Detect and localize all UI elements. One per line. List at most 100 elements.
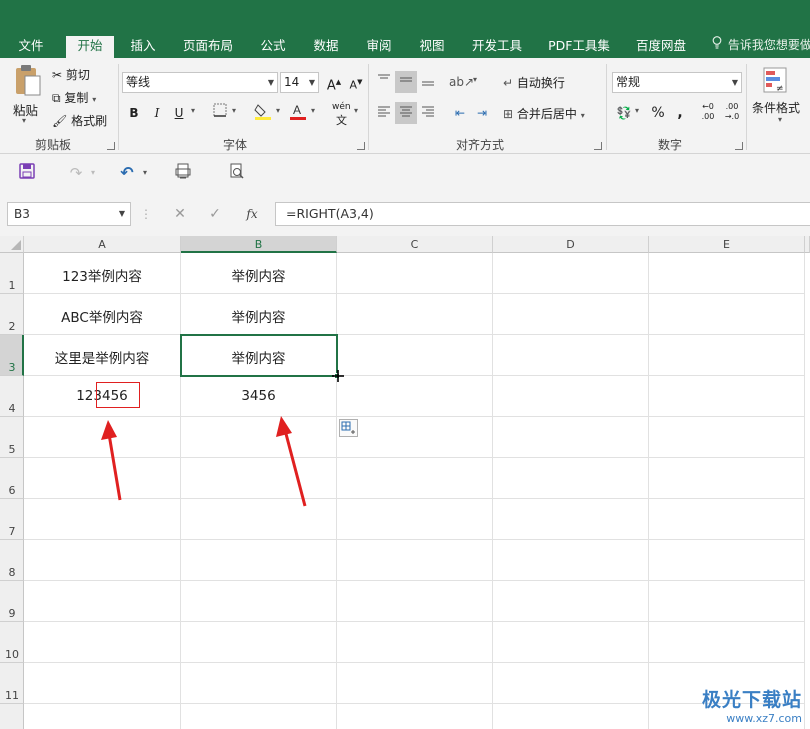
bold-button[interactable]: B — [123, 102, 145, 124]
align-middle-button[interactable] — [395, 71, 417, 93]
title-tab-bar: 文件 开始 插入 页面布局 公式 数据 审阅 视图 开发工具 PDF工具集 百度… — [0, 0, 810, 58]
fill-color-button[interactable] — [252, 102, 274, 124]
conditional-chevron-icon[interactable]: ▾ — [778, 115, 782, 124]
name-box-value: B3 — [14, 207, 30, 221]
wrap-text-label: 自动换行 — [516, 76, 565, 90]
increase-decimal-icon: ←0.00 — [701, 102, 715, 121]
tab-page-layout[interactable]: 页面布局 — [178, 36, 238, 58]
grow-font-button[interactable]: A▲ — [323, 71, 345, 93]
tab-formulas[interactable]: 公式 — [254, 36, 292, 58]
increase-decimal-button[interactable]: ←0.00 — [697, 102, 719, 124]
grow-font-label: A — [326, 78, 336, 94]
border-button[interactable] — [209, 102, 231, 124]
align-left-button[interactable] — [373, 102, 395, 124]
phonetic-chevron-icon[interactable]: ▾ — [354, 106, 358, 115]
align-bottom-button[interactable] — [417, 71, 439, 93]
tab-baidu-netdisk[interactable]: 百度网盘 — [630, 36, 692, 58]
font-size-value: 14 — [284, 75, 300, 89]
underline-chevron-icon[interactable]: ▾ — [191, 106, 195, 115]
paste-icon[interactable] — [12, 64, 42, 96]
phonetic-button[interactable]: wén 文 — [332, 102, 351, 128]
copy-label: 复制 — [64, 91, 89, 105]
print-preview-button[interactable] — [172, 163, 194, 183]
orientation-chevron-icon[interactable]: ▾ — [473, 75, 477, 84]
tab-data[interactable]: 数据 — [307, 36, 345, 58]
underline-button[interactable]: U — [168, 102, 190, 124]
alignment-group-label: 对齐方式 — [455, 138, 504, 152]
enter-check-icon[interactable]: ✓ — [205, 204, 225, 224]
font-color-button[interactable]: A — [287, 102, 309, 124]
tab-home[interactable]: 开始 — [66, 36, 114, 58]
align-right-icon — [422, 106, 434, 117]
font-launcher-icon[interactable] — [357, 142, 365, 150]
watermark-title: 极光下载站 — [701, 689, 802, 711]
insert-function-icon[interactable]: fx — [242, 204, 262, 224]
clipboard-launcher-icon[interactable] — [107, 142, 115, 150]
align-center-button[interactable] — [395, 102, 417, 124]
text-orientation-icon: ab↗ — [449, 75, 475, 89]
redo-chevron-icon[interactable]: ▾ — [88, 163, 98, 183]
decrease-decimal-button[interactable]: .00 →.0 — [721, 102, 743, 124]
tab-view[interactable]: 视图 — [413, 36, 451, 58]
chevron-down-icon: ▼ — [118, 209, 125, 218]
accounting-format-button[interactable]: 💱 — [613, 102, 635, 124]
brush-icon: 🖌 — [52, 114, 68, 128]
tab-insert[interactable]: 插入 — [124, 36, 162, 58]
copy-button[interactable]: ⧉ 复制 ▾ — [52, 89, 96, 106]
cancel-icon[interactable]: ✕ — [170, 204, 190, 224]
font-name-dropdown[interactable]: 等线 ▼ — [122, 72, 278, 93]
formula-input[interactable]: =RIGHT(A3,4) — [275, 202, 810, 226]
merge-icon: ⊞ — [503, 107, 514, 121]
align-top-icon — [378, 74, 390, 79]
redo-icon[interactable]: ↷ — [66, 163, 86, 183]
accounting-chevron-icon[interactable]: ▾ — [635, 106, 639, 115]
number-launcher-icon[interactable] — [735, 142, 743, 150]
format-painter-button[interactable]: 🖌 格式刷 — [52, 112, 107, 129]
undo-icon[interactable]: ↶ — [116, 163, 138, 183]
increase-indent-button[interactable]: ⇥ — [471, 102, 493, 124]
border-chevron-icon[interactable]: ▾ — [232, 106, 236, 115]
font-size-dropdown[interactable]: 14 ▼ — [280, 72, 319, 93]
tab-developer[interactable]: 开发工具 — [466, 36, 528, 58]
wrap-text-button[interactable]: ↵ 自动换行 — [503, 74, 565, 91]
orientation-button[interactable]: ab↗ — [449, 71, 475, 93]
tab-pdf-tools[interactable]: PDF工具集 — [544, 36, 614, 58]
undo-chevron-icon[interactable]: ▾ — [140, 163, 150, 183]
alignment-launcher-icon[interactable] — [594, 142, 602, 150]
font-name-value: 等线 — [126, 75, 151, 89]
tab-review[interactable]: 审阅 — [360, 36, 398, 58]
lightbulb-icon — [712, 36, 724, 52]
tell-me-label: 告诉我您想要做 — [727, 38, 810, 52]
comma-button[interactable]: , — [669, 102, 691, 124]
save-button[interactable] — [16, 163, 38, 183]
paste-dropdown-chevron-icon[interactable]: ▾ — [22, 116, 26, 125]
zoom-preview-button[interactable] — [226, 163, 248, 183]
align-right-button[interactable] — [417, 102, 439, 124]
fill-color-chevron-icon[interactable]: ▾ — [276, 106, 280, 115]
chevron-down-icon: ▼ — [267, 78, 274, 87]
decrease-decimal-icon: .00 →.0 — [724, 102, 740, 121]
conditional-format-icon[interactable]: ≠ — [762, 66, 790, 99]
align-center-icon — [400, 106, 412, 117]
align-top-button[interactable] — [373, 71, 395, 93]
shrink-font-button[interactable]: A▼ — [345, 71, 367, 93]
border-icon — [213, 103, 227, 117]
phonetic-label: wén — [332, 102, 351, 112]
copy-icon: ⧉ — [52, 91, 61, 105]
merge-center-button[interactable]: ⊞ 合并后居中 ▾ — [503, 105, 585, 122]
tell-me-search[interactable]: 告诉我您想要做 — [712, 36, 810, 53]
cut-label: 剪切 — [65, 68, 90, 82]
number-format-dropdown[interactable]: 常规 ▼ — [612, 72, 742, 93]
tab-file[interactable]: 文件 — [12, 36, 50, 58]
decrease-indent-button[interactable]: ⇤ — [449, 102, 471, 124]
watermark-url: www.xz7.com — [726, 712, 802, 725]
ribbon-separator — [746, 64, 747, 150]
italic-button[interactable]: I — [146, 102, 168, 124]
name-box[interactable]: B3 ▼ — [7, 202, 131, 226]
font-color-chevron-icon[interactable]: ▾ — [311, 106, 315, 115]
cut-button[interactable]: ✂ 剪切 — [52, 66, 90, 83]
clipboard-group-label: 剪贴板 — [34, 138, 71, 152]
percent-button[interactable]: % — [647, 102, 669, 124]
chevron-down-icon: ▼ — [308, 78, 315, 87]
conditional-format-button[interactable]: 条件格式 — [752, 99, 800, 116]
